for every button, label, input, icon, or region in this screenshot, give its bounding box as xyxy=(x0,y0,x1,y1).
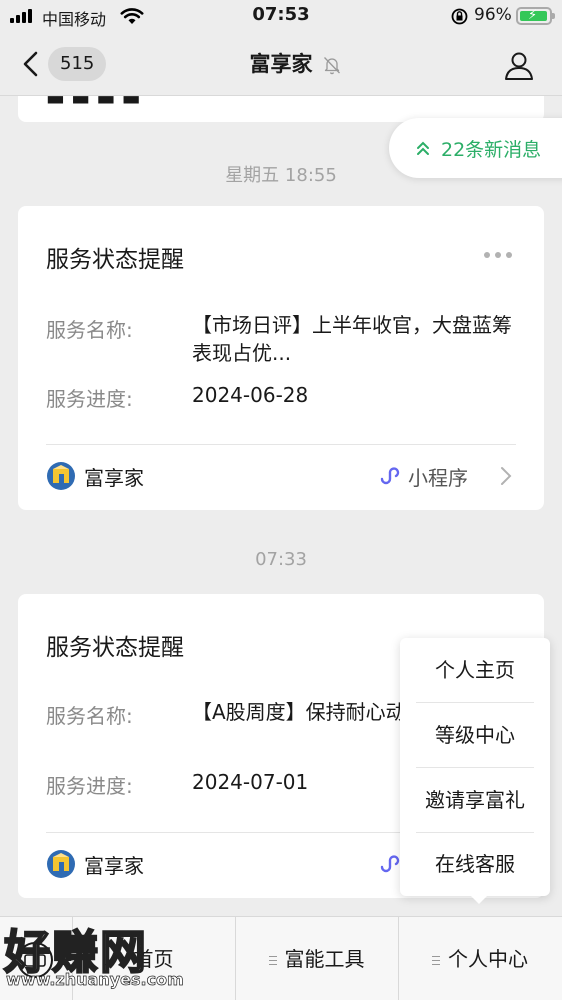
personal-center-popup-menu: 个人主页 等级中心 邀请享富礼 在线客服 xyxy=(400,638,550,896)
menu-tools-label: 富能工具 xyxy=(284,947,365,971)
rotation-lock-icon xyxy=(451,8,468,25)
service-name-label: 服务名称: xyxy=(46,704,133,728)
menu-tools[interactable]: 富能工具 xyxy=(235,917,398,1000)
chat-title: 富享家 xyxy=(249,52,313,76)
service-progress-label: 服务进度: xyxy=(46,387,133,411)
app-name: 富享家 xyxy=(84,466,144,490)
service-progress-label: 服务进度: xyxy=(46,774,133,798)
mini-program-icon xyxy=(380,467,400,485)
double-up-arrow-icon xyxy=(417,141,429,155)
mute-bell-icon xyxy=(324,57,340,75)
service-status-card[interactable]: 服务状态提醒 服务名称: 【市场日评】上半年收官，大盘蓝筹表现占优... 服务进… xyxy=(18,206,544,510)
mini-program-label: 小程序 xyxy=(408,466,468,490)
message-timestamp: 07:33 xyxy=(255,549,307,570)
battery-percent: 96% xyxy=(474,5,512,25)
new-messages-label: 22条新消息 xyxy=(441,139,542,161)
chevron-right-icon xyxy=(501,467,512,485)
new-messages-button[interactable]: 22条新消息 xyxy=(389,118,562,178)
card-title: 服务状态提醒 xyxy=(46,247,184,273)
submenu-icon xyxy=(432,955,440,966)
chat-header: 515 富享家 xyxy=(0,34,562,96)
service-progress-value: 2024-06-28 xyxy=(192,383,309,407)
app-logo-icon xyxy=(47,850,75,878)
menu-personal-center[interactable]: 个人中心 xyxy=(398,917,562,1000)
site-watermark: 好赚网 www.zhuanyes.com xyxy=(0,912,200,1000)
card-divider xyxy=(46,444,516,445)
service-name-label: 服务名称: xyxy=(46,318,133,342)
status-bar: 中国移动 07:53 96% ⚡ xyxy=(0,0,562,34)
menu-item-invite-rewards[interactable]: 邀请享富礼 xyxy=(400,768,550,832)
card-title: 服务状态提醒 xyxy=(46,635,184,661)
popup-arrow xyxy=(470,895,488,904)
mini-program-icon xyxy=(380,855,400,873)
more-options-icon[interactable] xyxy=(484,252,512,260)
battery-icon: ⚡ xyxy=(516,7,555,25)
service-name-value: 【市场日评】上半年收官，大盘蓝筹表现占优... xyxy=(192,313,512,365)
app-logo-icon xyxy=(47,462,75,490)
menu-item-level-center[interactable]: 等级中心 xyxy=(400,703,550,767)
service-name-value: 【A股周度】保持耐心动 xyxy=(192,700,406,724)
app-name: 富享家 xyxy=(84,854,144,878)
submenu-icon xyxy=(268,955,277,966)
menu-item-online-service[interactable]: 在线客服 xyxy=(400,832,550,896)
profile-icon[interactable] xyxy=(502,48,536,82)
watermark-url: www.zhuanyes.com xyxy=(6,970,184,990)
menu-personal-center-label: 个人中心 xyxy=(448,947,528,971)
menu-item-profile-page[interactable]: 个人主页 xyxy=(400,638,550,702)
